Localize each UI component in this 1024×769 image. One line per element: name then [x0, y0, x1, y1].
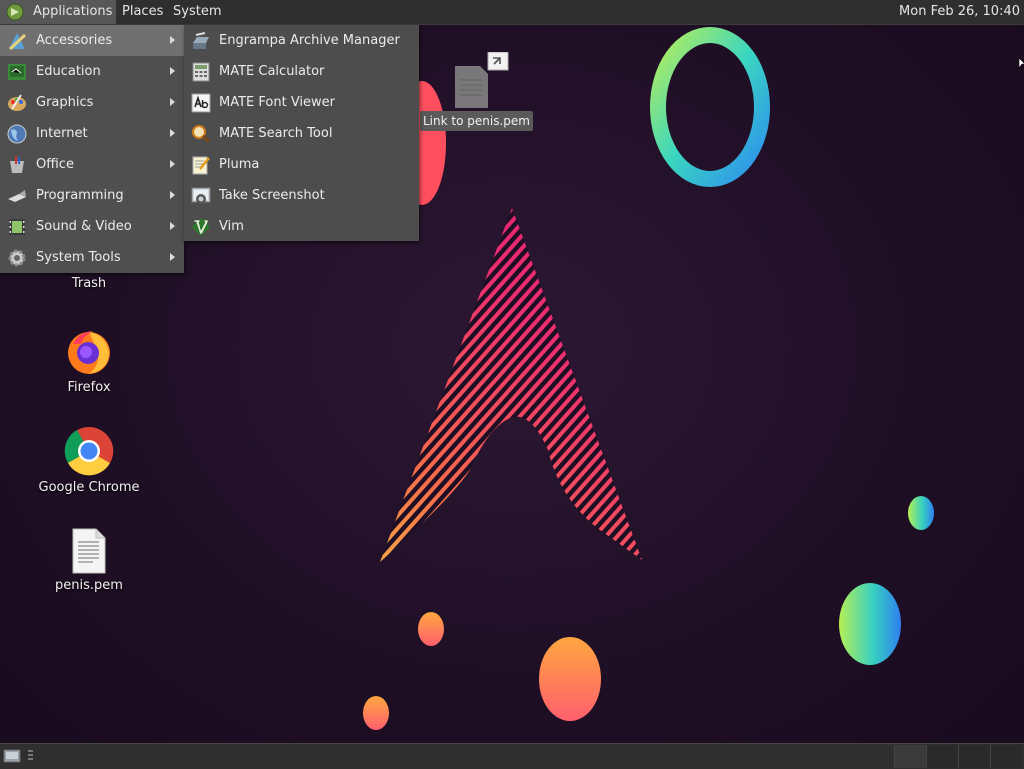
desktop-icon-pem-file[interactable]: penis.pem — [29, 528, 149, 593]
category-sound-video[interactable]: Sound & Video — [0, 211, 184, 242]
calculator-icon — [192, 62, 210, 82]
sound-video-icon — [9, 219, 25, 235]
category-system-tools[interactable]: System Tools — [0, 242, 184, 273]
internet-icon — [7, 124, 27, 144]
submenu-arrow-icon — [170, 160, 175, 168]
search-tool-icon — [192, 125, 211, 144]
system-menu[interactable]: System — [173, 0, 221, 24]
menu-item-vim[interactable]: Vim — [184, 211, 419, 242]
menu-item-label: MATE Font Viewer — [219, 95, 336, 110]
mate-logo-icon — [6, 3, 24, 21]
submenu-arrow-icon — [170, 191, 175, 199]
category-office[interactable]: Office — [0, 149, 184, 180]
firefox-label: Firefox — [67, 380, 111, 395]
chrome-label: Google Chrome — [38, 480, 140, 495]
menu-item-label: Engrampa Archive Manager — [219, 33, 400, 48]
vim-icon — [192, 218, 210, 236]
applications-menu[interactable]: Applications — [0, 0, 116, 24]
graphics-icon — [8, 94, 26, 111]
workspace-4[interactable] — [990, 745, 1022, 768]
small-green-bubble — [908, 496, 934, 530]
bottom-panel — [0, 743, 1024, 769]
tiny-orange-bubble — [363, 696, 389, 730]
menu-item-label: MATE Search Tool — [219, 126, 333, 141]
category-internet[interactable]: Internet — [0, 118, 184, 149]
submenu-arrow-icon — [170, 98, 175, 106]
applications-label: Applications — [33, 4, 113, 19]
show-desktop-icon[interactable] — [3, 748, 21, 764]
menu-item-label: Pluma — [219, 157, 260, 172]
font-viewer-icon — [191, 93, 211, 113]
menu-item-search-tool[interactable]: MATE Search Tool — [184, 118, 419, 149]
system-tools-icon — [8, 249, 26, 267]
category-label: Accessories — [36, 33, 113, 48]
accessories-submenu: Engrampa Archive Manager MATE Calculator… — [184, 25, 419, 241]
small-orange-bubble — [418, 612, 444, 646]
workspace-1[interactable] — [894, 745, 926, 768]
submenu-arrow-icon — [170, 67, 175, 75]
office-icon — [10, 156, 24, 173]
category-label: Internet — [36, 126, 88, 141]
pem-file-label: penis.pem — [55, 578, 123, 593]
category-education[interactable]: Education — [0, 56, 184, 87]
clock[interactable]: Mon Feb 26, 10:40 — [899, 0, 1020, 24]
drag-tooltip: Link to penis.pem — [420, 111, 533, 131]
programming-icon — [8, 190, 26, 202]
category-accessories[interactable]: Accessories — [0, 25, 184, 56]
applications-category-menu: Accessories Education Graphics Internet … — [0, 25, 184, 273]
desktop-icon-chrome[interactable]: Google Chrome — [29, 426, 149, 495]
category-graphics[interactable]: Graphics — [0, 87, 184, 118]
menu-item-engrampa[interactable]: Engrampa Archive Manager — [184, 25, 419, 56]
submenu-arrow-icon — [170, 253, 175, 261]
submenu-arrow-icon — [170, 129, 175, 137]
archive-manager-icon — [193, 32, 209, 49]
menu-item-pluma[interactable]: Pluma — [184, 149, 419, 180]
panel-grip[interactable] — [28, 750, 33, 762]
category-programming[interactable]: Programming — [0, 180, 184, 211]
desktop-icon-firefox[interactable]: Firefox — [29, 326, 149, 395]
trash-label: Trash — [71, 276, 107, 291]
education-icon — [8, 64, 26, 80]
category-label: Office — [36, 157, 74, 172]
menu-item-take-screenshot[interactable]: Take Screenshot — [184, 180, 419, 211]
submenu-arrow-icon — [170, 222, 175, 230]
firefox-icon — [68, 331, 110, 374]
menu-item-calculator[interactable]: MATE Calculator — [184, 56, 419, 87]
screenshot-icon — [191, 187, 211, 204]
ring-shape — [650, 27, 770, 187]
submenu-arrow-icon — [170, 36, 175, 44]
category-label: System Tools — [36, 250, 121, 265]
text-file-icon — [72, 528, 106, 574]
workspace-3[interactable] — [958, 745, 990, 768]
mouse-cursor-icon — [1019, 58, 1024, 69]
desktop-icon-trash[interactable]: Trash — [29, 276, 149, 291]
workspace-2[interactable] — [926, 745, 958, 768]
accessories-icon — [8, 33, 27, 51]
orange-bubble — [539, 637, 601, 721]
places-menu[interactable]: Places — [122, 0, 163, 24]
category-label: Programming — [36, 188, 124, 203]
menu-item-label: MATE Calculator — [219, 64, 325, 79]
category-label: Sound & Video — [36, 219, 132, 234]
dragged-link-file-icon — [455, 52, 509, 108]
chrome-icon — [64, 427, 114, 476]
green-bubble — [839, 583, 901, 665]
menu-item-font-viewer[interactable]: MATE Font Viewer — [184, 87, 419, 118]
menu-item-label: Take Screenshot — [219, 188, 325, 203]
top-panel: Applications Places System Mon Feb 26, 1… — [0, 0, 1024, 25]
category-label: Education — [36, 64, 101, 79]
category-label: Graphics — [36, 95, 94, 110]
text-editor-icon — [192, 156, 210, 175]
menu-item-label: Vim — [219, 219, 244, 234]
